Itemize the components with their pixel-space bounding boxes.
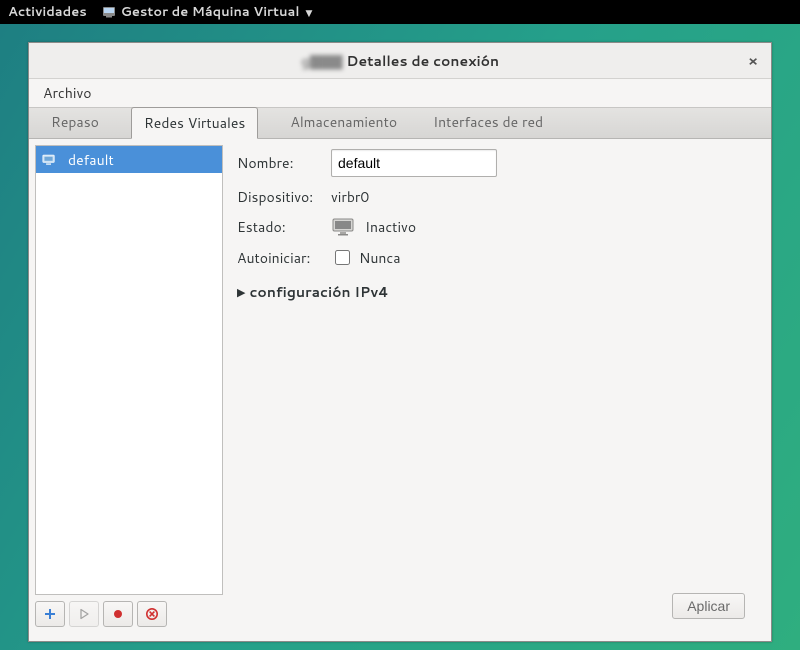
list-item[interactable]: default [36, 146, 222, 173]
state-text: Inactivo [365, 217, 416, 237]
network-list[interactable]: default [35, 145, 223, 595]
stop-network-button[interactable] [103, 601, 133, 627]
titlebar: g▇▇▇ Detalles de conexión × [29, 43, 771, 79]
file-menu[interactable]: Archivo [37, 81, 98, 105]
title-hostname: g▇▇▇ [301, 51, 342, 71]
start-network-button[interactable] [69, 601, 99, 627]
apply-button[interactable]: Aplicar [672, 593, 745, 619]
state-value: Inactivo [331, 217, 757, 237]
app-menu-label: Gestor de Máquina Virtual [121, 3, 300, 21]
network-icon [42, 153, 60, 167]
delete-icon [145, 607, 159, 621]
menubar: Archivo [29, 79, 771, 107]
ipv4-expander[interactable]: ▶ configuración IPv4 [237, 282, 757, 302]
monitor-off-icon [331, 217, 357, 237]
list-item-label: default [68, 150, 114, 170]
plus-icon [44, 608, 56, 620]
form-grid: Nombre: Dispositivo: virbr0 Estado: Inac… [237, 149, 757, 268]
name-input[interactable] [331, 149, 497, 177]
content-area: default Nombre: [29, 139, 771, 641]
gnome-top-bar: Actividades Gestor de Máquina Virtual ▼ [0, 0, 800, 24]
play-icon [78, 608, 90, 620]
device-value: virbr0 [331, 187, 757, 207]
autostart-control: Nunca [331, 247, 757, 268]
tab-overview[interactable]: Repaso [47, 106, 103, 138]
tabs: Repaso Redes Virtuales Almacenamiento In… [29, 107, 771, 139]
app-menu[interactable]: Gestor de Máquina Virtual ▼ [101, 3, 313, 21]
autostart-text: Nunca [359, 248, 401, 268]
autostart-checkbox[interactable] [335, 250, 350, 265]
tab-virtual-networks[interactable]: Redes Virtuales [131, 107, 258, 139]
tab-storage[interactable]: Almacenamiento [286, 106, 401, 138]
list-toolbar [29, 597, 227, 641]
expander-triangle-icon: ▶ [237, 284, 245, 300]
record-icon [112, 608, 124, 620]
footer: Aplicar [237, 585, 757, 631]
delete-network-button[interactable] [137, 601, 167, 627]
activities-button[interactable]: Actividades [8, 3, 87, 21]
name-label: Nombre: [237, 153, 325, 173]
details-panel: Nombre: Dispositivo: virbr0 Estado: Inac… [227, 139, 771, 641]
add-network-button[interactable] [35, 601, 65, 627]
expander-label: configuración IPv4 [249, 282, 388, 302]
left-column: default [29, 139, 227, 641]
close-button[interactable]: × [743, 51, 763, 71]
connection-details-window: g▇▇▇ Detalles de conexión × Archivo Repa… [28, 42, 772, 642]
autostart-label: Autoiniciar: [237, 248, 325, 268]
state-label: Estado: [237, 217, 325, 237]
tab-network-interfaces[interactable]: Interfaces de red [429, 106, 547, 138]
device-label: Dispositivo: [237, 187, 325, 207]
chevron-down-icon: ▼ [305, 6, 312, 19]
window-title: Detalles de conexión [346, 51, 499, 71]
virt-manager-icon [101, 4, 117, 20]
